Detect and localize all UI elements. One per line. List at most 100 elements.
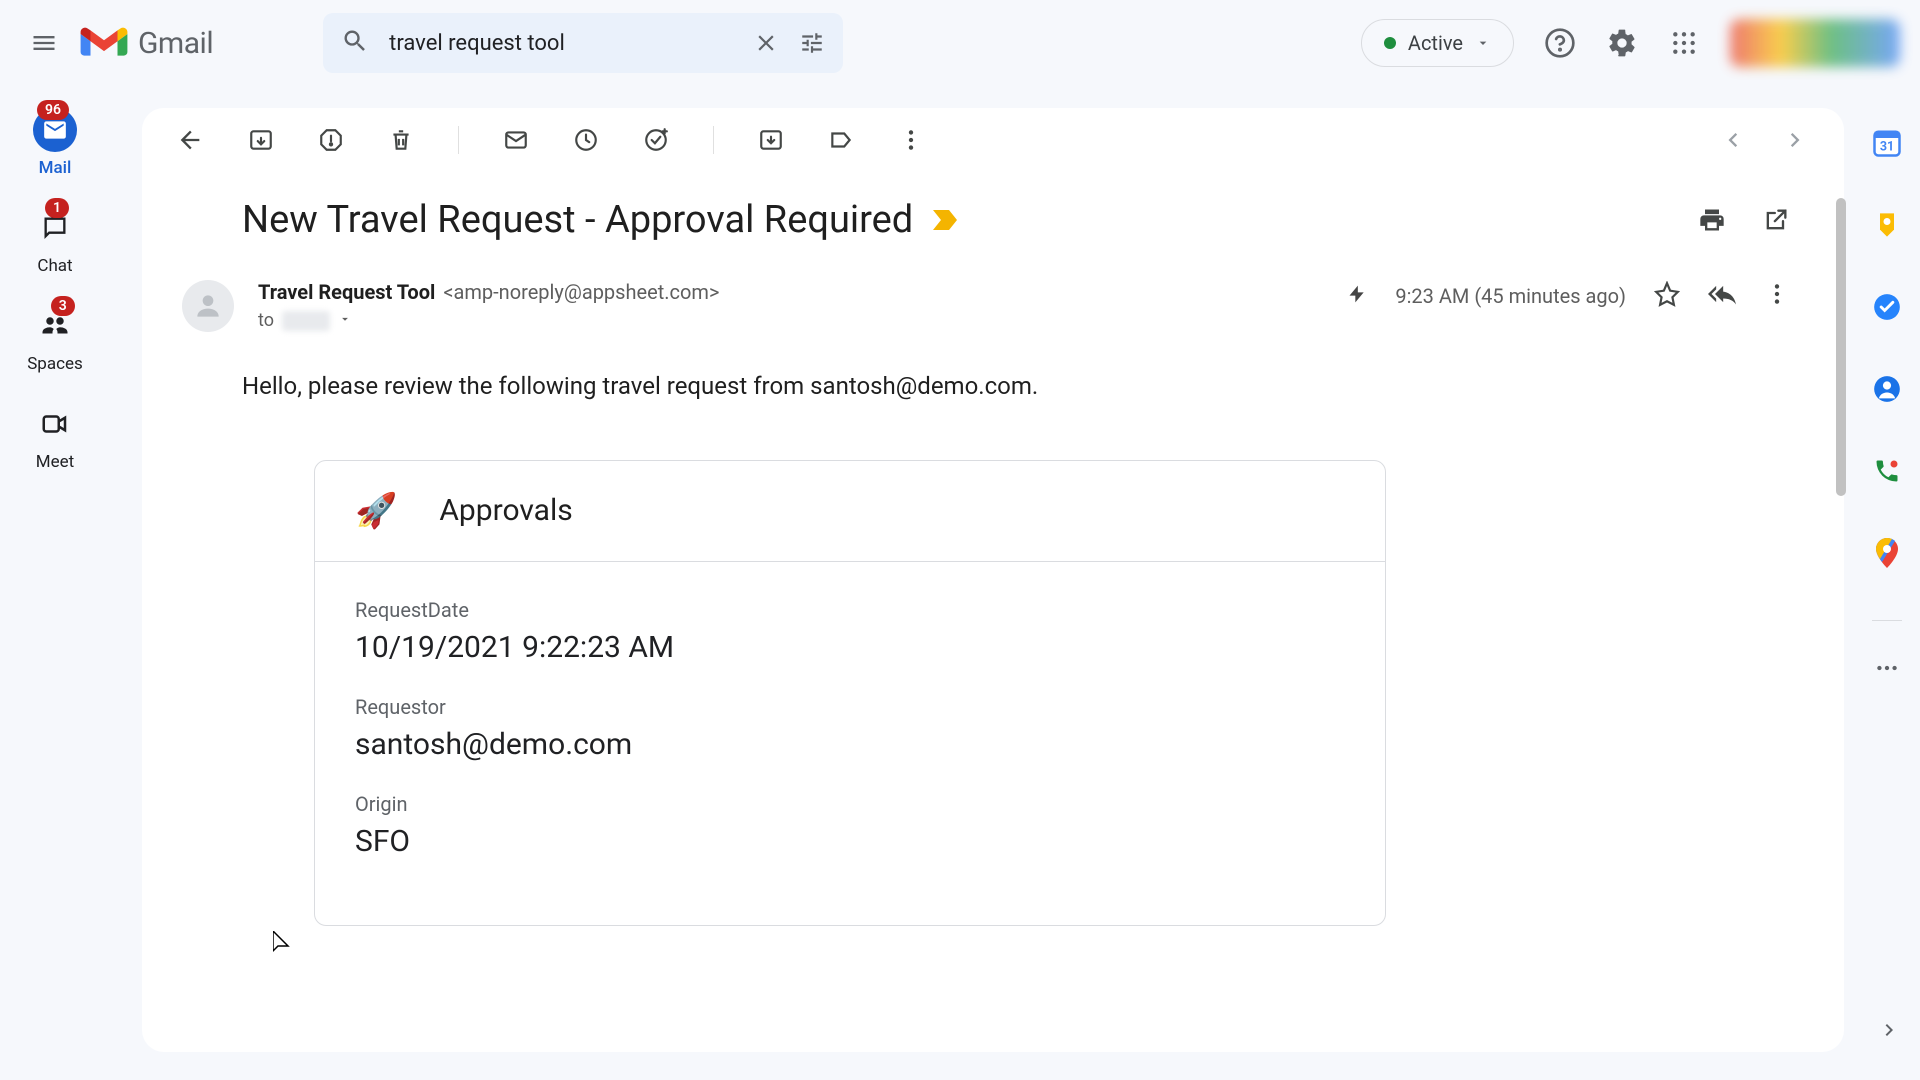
clock-icon (573, 127, 599, 153)
important-marker-icon[interactable] (933, 209, 957, 231)
status-label: Active (1408, 31, 1463, 55)
star-icon (1654, 281, 1680, 307)
arrow-left-icon (176, 126, 204, 154)
more-vert-icon (898, 127, 924, 153)
toolbar-divider (713, 126, 714, 154)
search-bar[interactable] (323, 13, 843, 73)
side-keep-button[interactable] (1872, 210, 1902, 240)
close-icon (753, 30, 779, 56)
archive-button[interactable] (248, 127, 274, 153)
field-value: 10/19/2021 9:22:23 AM (355, 630, 1345, 665)
star-button[interactable] (1654, 281, 1680, 311)
hamburger-icon (30, 29, 58, 57)
move-to-icon (758, 127, 784, 153)
sender-info: Travel Request Tool <amp-noreply@appshee… (258, 280, 1323, 331)
app-header: Gmail Active (0, 0, 1920, 86)
field-value: santosh@demo.com (355, 727, 1345, 762)
snooze-button[interactable] (573, 127, 599, 153)
newer-button[interactable] (1782, 126, 1810, 154)
meet-icon (40, 409, 70, 439)
field-requestor: Requestor santosh@demo.com (355, 695, 1345, 762)
contacts-icon (1873, 375, 1901, 403)
sender-avatar[interactable] (182, 280, 234, 332)
mark-unread-button[interactable] (503, 127, 529, 153)
keep-icon (1873, 211, 1901, 239)
sender-email: <amp-noreply@appsheet.com> (443, 280, 719, 304)
approvals-card: 🚀 Approvals RequestDate 10/19/2021 9:22:… (314, 460, 1386, 926)
field-label: Origin (355, 792, 1345, 816)
search-input[interactable] (389, 31, 733, 56)
person-icon (192, 290, 224, 322)
more-horiz-icon (1874, 655, 1900, 681)
add-to-tasks-button[interactable] (643, 127, 669, 153)
support-button[interactable] (1544, 27, 1576, 59)
show-details-button[interactable] (338, 311, 352, 330)
chevron-right-icon (1878, 1018, 1902, 1042)
gear-icon (1606, 27, 1638, 59)
spaces-badge: 3 (51, 296, 75, 316)
field-label: RequestDate (355, 598, 1345, 622)
add-task-icon (643, 127, 669, 153)
side-addons-button[interactable] (1872, 653, 1902, 683)
caret-down-icon (1475, 35, 1491, 51)
subject-row: New Travel Request - Approval Required (142, 172, 1844, 262)
search-icon[interactable] (341, 27, 369, 59)
clear-search-button[interactable] (753, 30, 779, 56)
maps-pin-icon (1875, 538, 1899, 568)
back-button[interactable] (176, 126, 204, 154)
account-area-blurred[interactable] (1730, 19, 1900, 67)
rail-meet-label: Meet (36, 452, 74, 472)
email-subject: New Travel Request - Approval Required (242, 198, 913, 242)
side-calendar-button[interactable]: 31 (1872, 128, 1902, 158)
delete-button[interactable] (388, 127, 414, 153)
open-new-window-button[interactable] (1762, 206, 1790, 234)
chevron-left-icon (1718, 126, 1746, 154)
to-label: to (258, 310, 274, 331)
gmail-logo[interactable]: Gmail (80, 25, 213, 61)
side-maps-button[interactable] (1872, 538, 1902, 568)
settings-button[interactable] (1606, 27, 1638, 59)
message-toolbar (142, 108, 1844, 172)
mail-icon (42, 117, 68, 143)
rail-chat[interactable]: 1 Chat (33, 206, 77, 276)
reply-button[interactable] (1708, 280, 1736, 312)
sender-row: Travel Request Tool <amp-noreply@appshee… (142, 262, 1844, 332)
caret-down-icon (338, 312, 352, 326)
rail-spaces[interactable]: 3 Spaces (27, 304, 83, 374)
card-header: 🚀 Approvals (315, 461, 1385, 562)
card-title: Approvals (439, 493, 572, 528)
google-apps-button[interactable] (1668, 27, 1700, 59)
side-panel-toggle[interactable] (1878, 1018, 1902, 1046)
field-label: Requestor (355, 695, 1345, 719)
side-panel: 31 (1854, 128, 1920, 683)
rail-mail[interactable]: 96 Mail (33, 108, 77, 178)
move-to-button[interactable] (758, 127, 784, 153)
chevron-right-icon (1782, 126, 1810, 154)
mail-unread-icon (503, 127, 529, 153)
dynamic-email-icon (1347, 282, 1367, 310)
side-contacts-button[interactable] (1872, 374, 1902, 404)
more-button[interactable] (898, 127, 924, 153)
main-menu-button[interactable] (20, 19, 68, 67)
side-voice-button[interactable] (1872, 456, 1902, 486)
to-recipient-blurred (282, 311, 330, 331)
help-icon (1544, 27, 1576, 59)
phone-icon (1873, 457, 1901, 485)
chat-badge: 1 (45, 198, 69, 218)
status-dot-icon (1384, 37, 1396, 49)
sender-name: Travel Request Tool (258, 280, 435, 304)
side-tasks-button[interactable] (1872, 292, 1902, 322)
older-button[interactable] (1718, 126, 1746, 154)
search-options-button[interactable] (799, 30, 825, 56)
rail-chat-label: Chat (37, 256, 72, 276)
side-divider (1872, 620, 1902, 621)
email-time: 9:23 AM (45 minutes ago) (1395, 284, 1626, 308)
report-spam-icon (318, 127, 344, 153)
labels-button[interactable] (828, 127, 854, 153)
message-more-button[interactable] (1764, 281, 1790, 311)
spam-button[interactable] (318, 127, 344, 153)
scrollbar-thumb[interactable] (1836, 198, 1846, 496)
rail-meet[interactable]: Meet (33, 402, 77, 472)
print-button[interactable] (1698, 206, 1726, 234)
status-chip[interactable]: Active (1361, 19, 1514, 67)
